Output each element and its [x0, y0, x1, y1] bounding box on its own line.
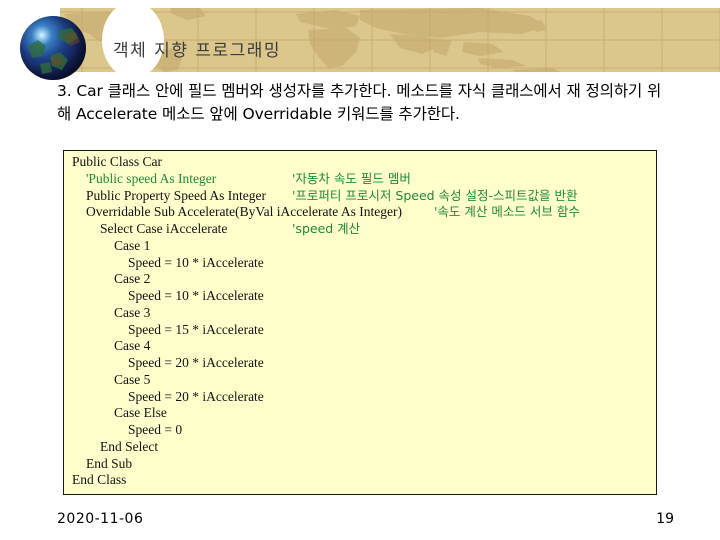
code-line-text: Speed = 10 * iAccelerate [128, 254, 264, 270]
code-line-comment: 'speed 계산 [292, 221, 361, 236]
code-line: Speed = 20 * iAccelerate [64, 355, 656, 372]
code-line: Case 1 [64, 238, 656, 255]
code-line: Case 3 [64, 305, 656, 322]
code-line-text: End Sub [86, 455, 133, 471]
globe-icon [20, 16, 86, 80]
code-line-text: Case 1 [114, 237, 151, 253]
code-line-text: Select Case iAccelerate [100, 221, 228, 236]
header-banner: 객체 지향 프로그래밍 [0, 8, 720, 80]
code-line-text: Speed = 10 * iAccelerate [128, 288, 264, 303]
code-line: Case Else [64, 405, 656, 422]
code-line: Speed = 20 * iAccelerate [64, 389, 656, 406]
code-line-text: Overridable Sub Accelerate(ByVal iAccele… [86, 204, 402, 220]
code-line-text: Speed = 0 [128, 422, 183, 437]
code-line: End Select [64, 439, 656, 456]
code-line: Speed = 0 [64, 422, 656, 439]
code-line-text: 'Public speed As Integer [86, 170, 217, 186]
code-line: Case 4 [64, 338, 656, 355]
code-line-text: End Class [72, 472, 127, 488]
footer-page-number: 19 [656, 511, 674, 527]
code-line-text: Case 2 [114, 271, 151, 287]
code-line: Speed = 15 * iAccelerate [64, 322, 656, 339]
code-line-comment: '속도 계산 메소드 서브 함수 [434, 204, 580, 220]
code-line-text: Case 5 [114, 371, 151, 387]
code-line: Case 5 [64, 372, 656, 389]
code-listing-box: Public Class Car 'Public speed As Integer… [63, 150, 657, 495]
page-title: 객체 지향 프로그래밍 [113, 41, 282, 61]
code-line: 'Public speed As Integer '자동차 속도 필드 멤버 [64, 171, 656, 188]
code-line: Overridable Sub Accelerate(ByVal iAccele… [64, 204, 656, 221]
code-line-comment: '프로퍼티 프로시저 Speed 속성 설정-스피트값을 반환 [292, 187, 578, 203]
code-line-text: End Select [100, 438, 159, 454]
code-line: Speed = 10 * iAccelerate [64, 288, 656, 305]
code-line: Select Case iAccelerate 'speed 계산 [64, 221, 656, 238]
code-line: Speed = 10 * iAccelerate [64, 255, 656, 272]
code-line-text: Public Class Car [72, 154, 162, 169]
code-lines: Public Class Car 'Public speed As Integer… [64, 154, 656, 489]
intro-paragraph: 3. Car 클래스 안에 필드 멤버와 생성자를 추가한다. 메소드를 자식 … [57, 82, 662, 123]
code-line-text: Speed = 15 * iAccelerate [128, 321, 264, 337]
code-line-text: Speed = 20 * iAccelerate [128, 388, 264, 404]
code-line-text: Case 3 [114, 304, 151, 320]
footer-date: 2020-11-06 [57, 511, 144, 527]
code-line: Case 2 [64, 271, 656, 288]
code-line-text: Public Property Speed As Integer [86, 187, 266, 203]
code-line-comment: '자동차 속도 필드 멤버 [292, 170, 411, 186]
globe-landmass-graphic [28, 28, 80, 74]
code-line-text: Case 4 [114, 338, 151, 354]
code-line: End Class [64, 472, 656, 489]
code-line: End Sub [64, 456, 656, 473]
code-line: Public Class Car [64, 154, 656, 171]
code-line-text: Case Else [114, 405, 167, 421]
code-line: Public Property Speed As Integer '프로퍼티 프로… [64, 188, 656, 205]
code-line-text: Speed = 20 * iAccelerate [128, 355, 264, 370]
